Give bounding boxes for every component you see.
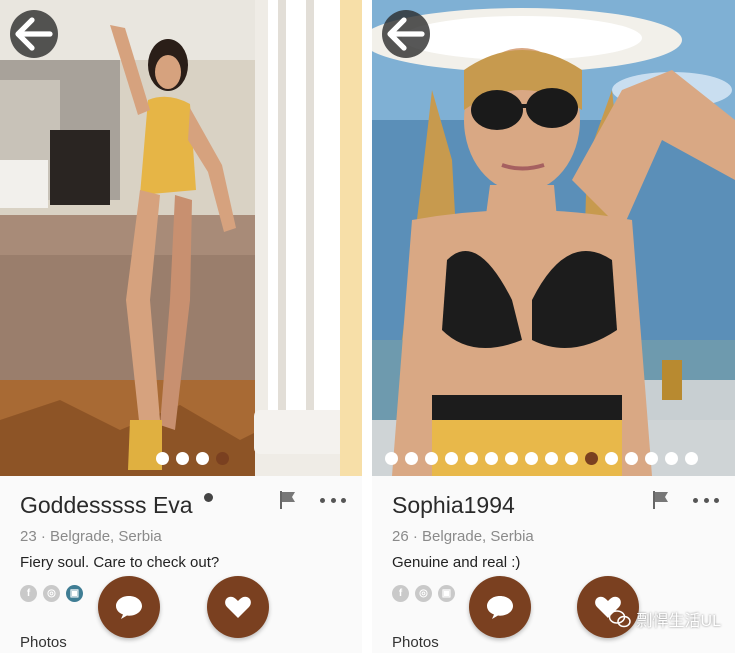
watermark-text: 剽悍生活UL xyxy=(636,613,721,630)
more-dot-icon xyxy=(693,497,698,503)
age-location: 26 · Belgrade, Serbia xyxy=(392,528,534,545)
pager-dot[interactable] xyxy=(665,452,678,465)
wechat-icon xyxy=(608,610,631,628)
more-options-button[interactable] xyxy=(320,494,346,506)
pager-dot[interactable] xyxy=(585,452,598,465)
age-location: 23 · Belgrade, Serbia xyxy=(20,528,162,545)
pager-dot[interactable] xyxy=(605,452,618,465)
pager-dot[interactable] xyxy=(215,452,229,465)
flag-icon xyxy=(653,491,668,509)
pager-dot[interactable] xyxy=(405,452,418,465)
profile-info: Goddesssss Eva 23 · Belgrade, Serbia Fie… xyxy=(0,476,362,653)
message-button[interactable] xyxy=(469,576,531,638)
watermark: 剽悍生活UL xyxy=(608,607,721,631)
more-dot-icon xyxy=(320,497,325,503)
pager-dot[interactable] xyxy=(385,452,398,465)
pager-dot[interactable] xyxy=(685,452,698,465)
pager-dot[interactable] xyxy=(545,452,558,465)
flag-icon xyxy=(280,491,295,509)
online-status-indicator xyxy=(204,493,213,502)
profile-name: Goddesssss Eva xyxy=(20,492,193,518)
chat-bubble-icon xyxy=(116,596,142,619)
chat-bubble-icon xyxy=(487,596,513,619)
profile-card-eva: Goddesssss Eva 23 · Belgrade, Serbia Fie… xyxy=(0,0,362,653)
profile-card-sophia: Sophia1994 26 · Belgrade, Serbia Genuine… xyxy=(372,0,735,653)
profile-photo[interactable] xyxy=(372,0,735,476)
heart-icon xyxy=(225,596,251,618)
arrow-left-icon xyxy=(15,17,53,51)
pager-dot[interactable] xyxy=(175,452,189,465)
arrow-left-icon xyxy=(387,17,425,51)
photo-pager-dots[interactable] xyxy=(0,452,362,466)
more-dot-icon xyxy=(341,497,346,503)
social-links: f ◎ ▣ xyxy=(392,585,455,602)
pager-dot[interactable] xyxy=(625,452,638,465)
more-dot-icon xyxy=(330,497,336,503)
photo-illustration xyxy=(0,0,362,476)
facebook-icon[interactable]: f xyxy=(20,585,37,602)
pager-dot[interactable] xyxy=(445,452,458,465)
pager-dot[interactable] xyxy=(425,452,438,465)
pager-dot[interactable] xyxy=(645,452,658,465)
gallery-icon[interactable]: ▣ xyxy=(66,585,83,602)
profile-name: Sophia1994 xyxy=(392,492,515,518)
gallery-icon[interactable]: ▣ xyxy=(438,585,455,602)
pager-dot[interactable] xyxy=(155,452,169,465)
like-button[interactable] xyxy=(207,576,269,638)
report-flag-button[interactable] xyxy=(278,490,298,510)
pager-dot[interactable] xyxy=(565,452,578,465)
pager-dot[interactable] xyxy=(195,452,209,465)
photo-illustration xyxy=(372,0,735,476)
more-options-button[interactable] xyxy=(693,494,719,506)
message-button[interactable] xyxy=(98,576,160,638)
more-dot-icon xyxy=(703,497,709,503)
photos-section-label: Photos xyxy=(20,634,67,651)
screenshot-stage: Goddesssss Eva 23 · Belgrade, Serbia Fie… xyxy=(0,0,735,653)
report-flag-button[interactable] xyxy=(651,490,671,510)
instagram-icon[interactable]: ◎ xyxy=(415,585,432,602)
photos-section-label: Photos xyxy=(392,634,439,651)
profile-bio: Genuine and real :) xyxy=(392,554,521,571)
back-button[interactable] xyxy=(10,10,58,58)
photo-pager-dots[interactable] xyxy=(372,452,735,466)
more-dot-icon xyxy=(714,497,719,503)
pager-dot[interactable] xyxy=(525,452,538,465)
pager-dot[interactable] xyxy=(485,452,498,465)
instagram-icon[interactable]: ◎ xyxy=(43,585,60,602)
facebook-icon[interactable]: f xyxy=(392,585,409,602)
pager-dot[interactable] xyxy=(465,452,478,465)
back-button[interactable] xyxy=(382,10,430,58)
pager-dot[interactable] xyxy=(505,452,518,465)
profile-bio: Fiery soul. Care to check out? xyxy=(20,554,220,571)
profile-photo[interactable] xyxy=(0,0,362,476)
social-links: f ◎ ▣ xyxy=(20,585,83,602)
